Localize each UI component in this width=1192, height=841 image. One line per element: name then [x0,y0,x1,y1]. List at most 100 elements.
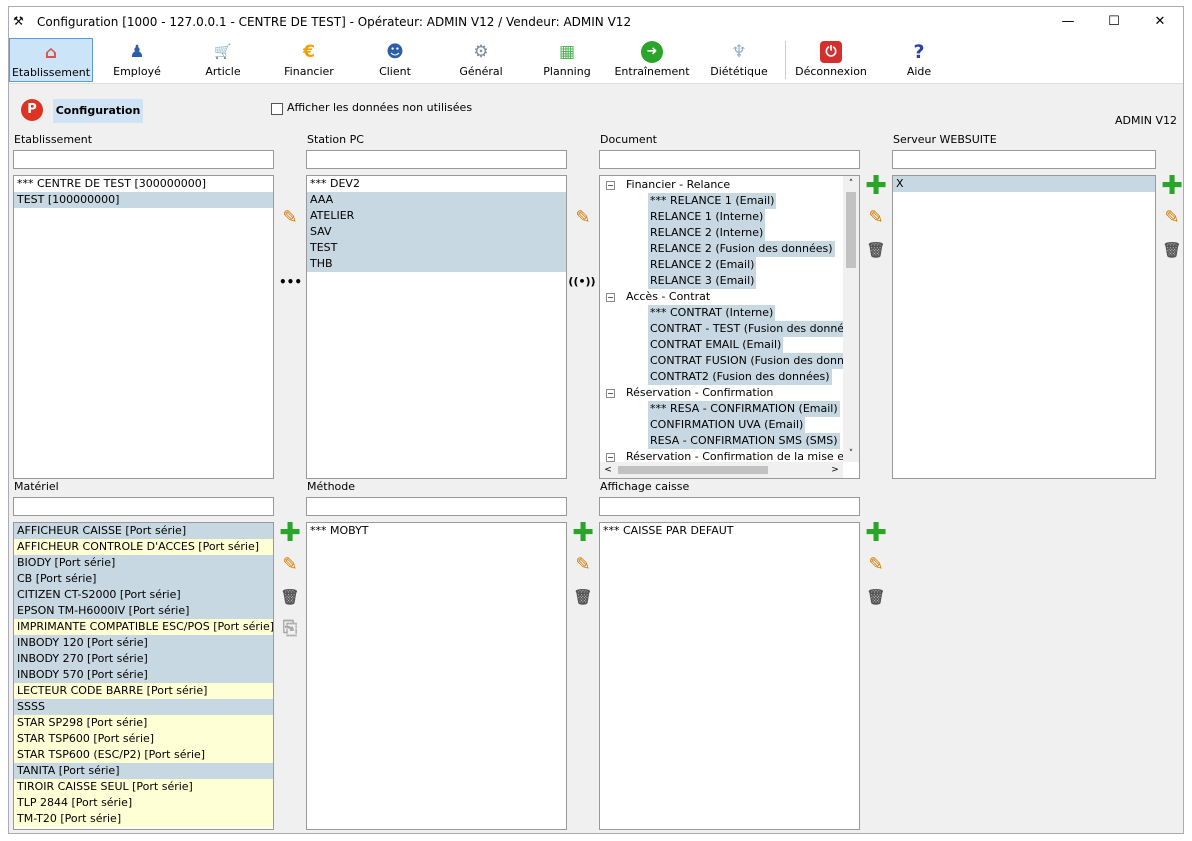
list-item[interactable]: INBODY 270 [Port série] [14,651,273,667]
toolbar-planning[interactable]: ▦ Planning [527,38,607,82]
etablissement-filter-input[interactable] [13,150,274,169]
toolbar-financier[interactable]: € Financier [269,38,349,82]
tree-item[interactable]: *** RELANCE 1 (Email) [600,193,859,209]
toolbar-article[interactable]: 🛒 Article [183,38,263,82]
websuite-list[interactable]: X [892,175,1156,479]
list-item[interactable]: X [893,176,1155,192]
add-document-button[interactable]: ✚ [865,173,887,199]
list-item[interactable]: BIODY [Port série] [14,555,273,571]
more-options-button[interactable]: ••• [279,271,302,293]
list-item[interactable]: TANITA [Port série] [14,763,273,779]
toolbar-deconnexion[interactable]: ⏻ Déconnexion [789,38,873,82]
add-websuite-button[interactable]: ✚ [1161,173,1183,199]
materiel-filter-input[interactable] [13,497,274,516]
add-materiel-button[interactable]: ✚ [279,520,301,546]
list-item[interactable]: *** CENTRE DE TEST [300000000] [14,176,273,192]
tree-item[interactable]: RELANCE 2 (Interne) [600,225,859,241]
add-methode-button[interactable]: ✚ [572,520,594,546]
edit-methode-button[interactable]: ✎ [572,554,594,576]
edit-station-button[interactable]: ✎ [572,207,594,229]
materiel-list[interactable]: AFFICHEUR CAISSE [Port série] AFFICHEUR … [13,522,274,830]
list-item[interactable]: EPSON TM-H6000IV [Port série] [14,603,273,619]
list-item[interactable]: SSSS [14,699,273,715]
horizontal-scrollbar[interactable]: < > [600,462,843,478]
list-item[interactable]: AFFICHEUR CONTROLE D'ACCES [Port série] [14,539,273,555]
tree-item[interactable]: CONTRAT FUSION (Fusion des donn [600,353,859,369]
toolbar-etablissement[interactable]: ⌂ Etablissement [9,38,93,82]
toolbar-dietetique[interactable]: ♆ Diététique [699,38,779,82]
websuite-filter-input[interactable] [892,150,1156,169]
tree-item[interactable]: RELANCE 1 (Interne) [600,209,859,225]
scroll-left-icon[interactable]: < [600,462,616,478]
affichage-filter-input[interactable] [599,497,860,516]
list-item[interactable]: CITIZEN CT-S2000 [Port série] [14,587,273,603]
list-item[interactable]: CB [Port série] [14,571,273,587]
list-item[interactable]: INBODY 120 [Port série] [14,635,273,651]
maximize-button[interactable]: ☐ [1091,7,1137,37]
document-tree[interactable]: − Financier - Relance *** RELANCE 1 (Emai… [599,175,860,479]
list-item[interactable]: LECTEUR CODE BARRE [Port série] [14,683,273,699]
collapse-icon[interactable]: − [606,389,615,398]
list-item[interactable]: IMPRIMANTE COMPATIBLE ESC/POS [Port séri… [14,619,273,635]
tree-item[interactable]: RELANCE 2 (Fusion des données) [600,241,859,257]
add-affichage-button[interactable]: ✚ [865,520,887,546]
list-item[interactable]: TM-T20 [Port série] [14,811,273,827]
list-item[interactable]: TIROIR CAISSE SEUL [Port série] [14,779,273,795]
delete-affichage-button[interactable]: 🗑 [865,586,887,608]
tree-item[interactable]: *** RESA - CONFIRMATION (Email) [600,401,859,417]
scroll-down-icon[interactable]: ˅ [843,446,859,462]
tree-group[interactable]: − Financier - Relance [600,177,859,193]
methode-list[interactable]: *** MOBYT [306,522,567,830]
tree-item[interactable]: RELANCE 2 (Email) [600,257,859,273]
delete-materiel-button[interactable]: 🗑 [279,586,301,608]
minimize-button[interactable]: — [1045,7,1091,37]
etablissement-list[interactable]: *** CENTRE DE TEST [300000000] TEST [100… [13,175,274,479]
configuration-button[interactable]: Configuration [53,99,143,123]
tree-item[interactable]: CONTRAT EMAIL (Email) [600,337,859,353]
edit-websuite-button[interactable]: ✎ [1161,207,1183,229]
list-item[interactable]: *** DEV2 [307,176,566,192]
toolbar-entrainement[interactable]: ➜ Entraînement [611,38,693,82]
list-item[interactable]: *** CAISSE PAR DEFAUT [600,523,859,539]
tree-item[interactable]: CONTRAT - TEST (Fusion des donné [600,321,859,337]
wireless-icon[interactable]: ((•)) [567,271,597,293]
list-item[interactable]: STAR TSP600 (ESC/P2) [Port série] [14,747,273,763]
collapse-icon[interactable]: − [606,181,615,190]
list-item[interactable]: STAR SP298 [Port série] [14,715,273,731]
list-item[interactable]: INBODY 570 [Port série] [14,667,273,683]
list-item[interactable]: AAA [307,192,566,208]
tree-item[interactable]: RESA - CONFIRMATION SMS (SMS) [600,433,859,449]
list-item[interactable]: SAV [307,224,566,240]
methode-filter-input[interactable] [306,497,567,516]
list-item[interactable]: *** MOBYT [307,523,566,539]
scroll-thumb[interactable] [846,192,856,268]
scroll-up-icon[interactable]: ˄ [843,176,859,192]
station-filter-input[interactable] [306,150,567,169]
station-list[interactable]: *** DEV2 AAA ATELIER SAV TEST THB [306,175,567,479]
document-filter-input[interactable] [599,150,860,169]
tree-group[interactable]: − Réservation - Confirmation [600,385,859,401]
collapse-icon[interactable]: − [606,293,615,302]
edit-materiel-button[interactable]: ✎ [279,554,301,576]
scroll-right-icon[interactable]: > [827,462,843,478]
affichage-list[interactable]: *** CAISSE PAR DEFAUT [599,522,860,830]
collapse-icon[interactable]: − [606,453,615,462]
edit-affichage-button[interactable]: ✎ [865,554,887,576]
scroll-thumb-h[interactable] [618,466,768,474]
close-button[interactable]: ✕ [1137,7,1183,37]
delete-document-button[interactable]: 🗑 [865,239,887,261]
toolbar-general[interactable]: ⚙ Général [441,38,521,82]
list-item[interactable]: TLP 2844 [Port série] [14,795,273,811]
tree-item[interactable]: CONTRAT2 (Fusion des données) [600,369,859,385]
show-unused-checkbox[interactable] [271,103,283,115]
toolbar-employe[interactable]: ♟ Employé [97,38,177,82]
list-item[interactable]: ATELIER [307,208,566,224]
toolbar-client[interactable]: ☻ Client [355,38,435,82]
toolbar-aide[interactable]: ? Aide [879,38,959,82]
tree-item[interactable]: *** CONTRAT (Interne) [600,305,859,321]
copy-materiel-button[interactable]: ⎘ [279,618,301,640]
list-item[interactable]: AFFICHEUR CAISSE [Port série] [14,523,273,539]
edit-etablissement-button[interactable]: ✎ [279,207,301,229]
vertical-scrollbar[interactable]: ˄ ˅ [843,176,859,462]
edit-document-button[interactable]: ✎ [865,207,887,229]
